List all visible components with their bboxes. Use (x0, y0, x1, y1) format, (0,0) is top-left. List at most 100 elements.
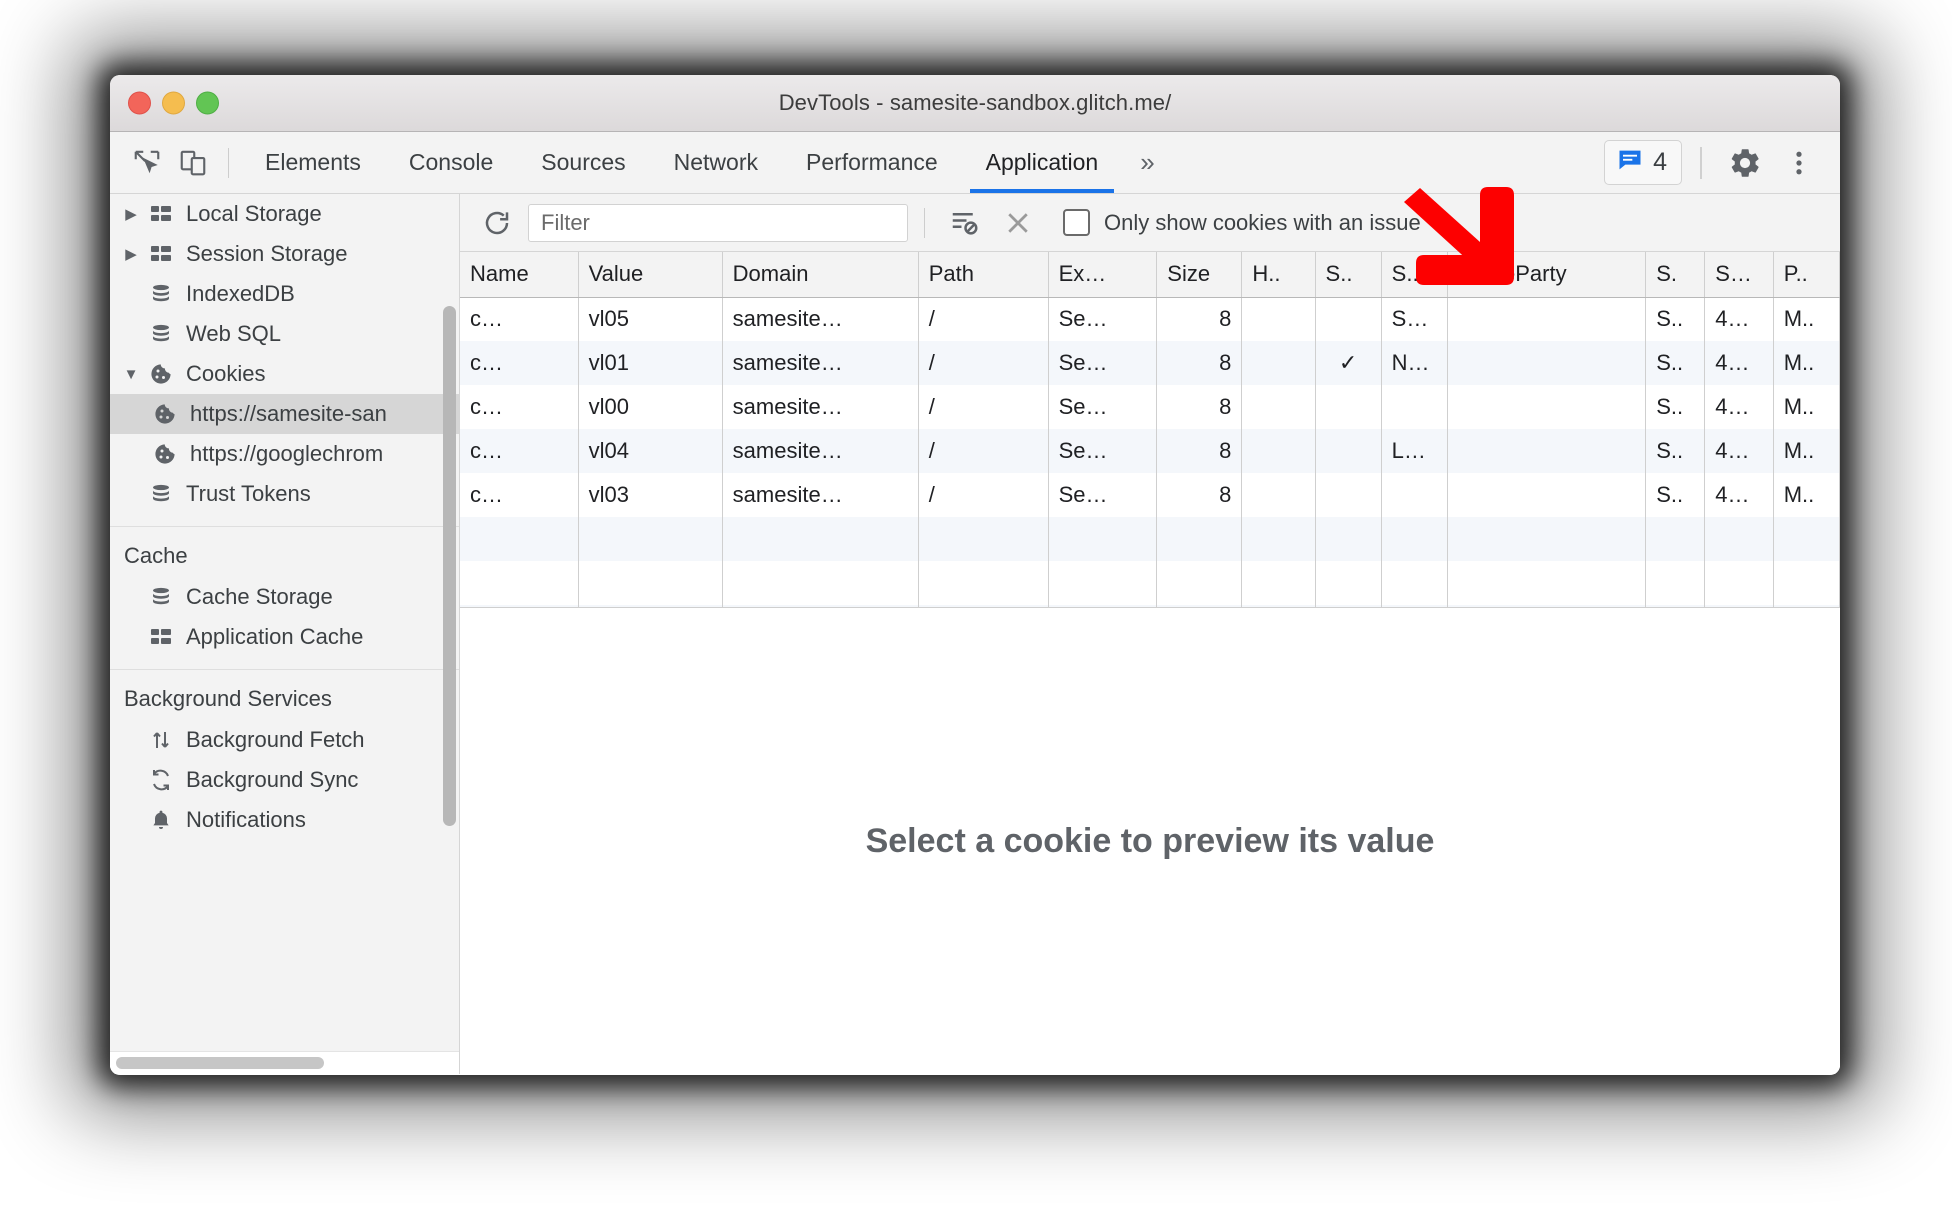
sidebar-item-application-cache[interactable]: Application Cache (110, 617, 459, 657)
sidebar-item-background-sync[interactable]: Background Sync (110, 760, 459, 800)
sidebar-item-label: Local Storage (186, 201, 322, 226)
cell-domain: samesite… (722, 385, 919, 429)
sidebar-item-session-storage[interactable]: ▶ Session Storage (110, 234, 459, 274)
column-header-expires[interactable]: Ex… (1048, 252, 1158, 298)
cell-size: 8 (1156, 473, 1243, 517)
cell-partitionkey: S.. (1645, 385, 1706, 429)
cookie-icon (144, 362, 178, 386)
sidebar-scroll-area: ▶ Local Storage ▶ Session Storage Indexe… (110, 194, 459, 1052)
close-window-button[interactable] (128, 91, 151, 115)
cell-value: vl01 (578, 341, 723, 385)
column-header-sameparty[interactable]: SameParty (1447, 252, 1647, 298)
chevron-down-icon[interactable]: ▼ (118, 366, 144, 383)
sidebar-item-trust-tokens[interactable]: Trust Tokens (110, 474, 459, 514)
column-header-last[interactable]: P.. (1773, 252, 1840, 298)
sidebar-item-indexeddb[interactable]: IndexedDB (110, 274, 459, 314)
storage-section: ▶ Local Storage ▶ Session Storage Indexe… (110, 194, 459, 514)
sidebar-item-label: Web SQL (186, 321, 281, 346)
cell-sameparty (1447, 297, 1647, 341)
cell-last: M.. (1773, 473, 1840, 517)
maximize-window-button[interactable] (196, 91, 219, 115)
table-row-empty (460, 561, 1840, 605)
sidebar-horizontal-scrollbar[interactable] (110, 1051, 459, 1074)
clear-filtered-cookies-icon[interactable] (941, 202, 987, 244)
inspect-element-icon[interactable] (124, 140, 170, 186)
arrows-updown-icon (144, 728, 178, 752)
minimize-window-button[interactable] (162, 91, 185, 115)
gear-icon[interactable] (1720, 138, 1770, 188)
refresh-icon[interactable] (474, 202, 520, 244)
table-row[interactable]: c… vl00 samesite… / Se… 8 S.. 4… M.. (460, 385, 1840, 429)
cell-last: M.. (1773, 297, 1840, 341)
sidebar-item-label: Background Fetch (186, 727, 365, 752)
sidebar-item-cookie-origin-samesite[interactable]: https://samesite-san (110, 394, 459, 434)
cell-secure (1315, 297, 1382, 341)
cell-expires: Se… (1048, 473, 1158, 517)
cell-value: vl05 (578, 297, 723, 341)
table-row[interactable]: c… vl04 samesite… / Se… 8 L… S.. 4… M.. (460, 429, 1840, 473)
devtools-tabbar: Elements Console Sources Network Perform… (110, 132, 1840, 194)
sidebar-item-label: https://samesite-san (190, 401, 387, 426)
cell-path: / (918, 385, 1049, 429)
sidebar-item-label: Application Cache (186, 624, 364, 649)
tab-elements[interactable]: Elements (241, 132, 385, 193)
column-header-samesite[interactable]: S.. (1381, 252, 1448, 298)
tab-label: Elements (265, 149, 361, 175)
column-header-size[interactable]: Size (1156, 252, 1243, 298)
toolbar-divider (924, 207, 925, 238)
tab-sources[interactable]: Sources (517, 132, 649, 193)
chevron-right-icon[interactable]: ▶ (118, 205, 144, 223)
cell-httponly (1241, 341, 1316, 385)
tab-label: Application (985, 149, 1099, 175)
table-row[interactable]: c… vl05 samesite… / Se… 8 S… S.. 4… M.. (460, 297, 1840, 341)
column-header-path[interactable]: Path (918, 252, 1049, 298)
database-icon (144, 585, 178, 609)
tab-network[interactable]: Network (650, 132, 782, 193)
clear-all-cookies-icon[interactable] (995, 202, 1041, 244)
cell-value: vl03 (578, 473, 723, 517)
column-header-value[interactable]: Value (578, 252, 723, 298)
sidebar-item-cache-storage[interactable]: Cache Storage (110, 577, 459, 617)
filter-input[interactable]: Filter (528, 203, 908, 242)
cell-last: M.. (1773, 385, 1840, 429)
sidebar-item-local-storage[interactable]: ▶ Local Storage (110, 194, 459, 234)
tab-console[interactable]: Console (385, 132, 517, 193)
sidebar-item-label: IndexedDB (186, 281, 295, 306)
issues-counter-button[interactable]: 4 (1604, 140, 1682, 185)
column-header-secure[interactable]: S.. (1315, 252, 1382, 298)
sidebar-item-web-sql[interactable]: Web SQL (110, 314, 459, 354)
cell-sameparty (1447, 429, 1647, 473)
tab-performance[interactable]: Performance (782, 132, 962, 193)
cell-httponly (1241, 297, 1316, 341)
devtools-tabs: Elements Console Sources Network Perform… (241, 132, 1173, 193)
tab-application[interactable]: Application (962, 132, 1123, 193)
cell-httponly (1241, 385, 1316, 429)
column-header-priority[interactable]: S… (1704, 252, 1774, 298)
sidebar-item-label: Trust Tokens (186, 481, 311, 506)
sidebar-item-cookie-origin-googlechrome[interactable]: https://googlechrom (110, 434, 459, 474)
table-row[interactable]: c… vl03 samesite… / Se… 8 S.. 4… M.. (460, 473, 1840, 517)
scrollbar-thumb[interactable] (116, 1057, 324, 1069)
cookies-table-container[interactable]: Name Value Domain Path Ex… Size H.. S.. … (460, 252, 1840, 608)
sidebar-item-cookies[interactable]: ▼ Cookies (110, 354, 459, 394)
more-tabs-chevron-icon[interactable]: » (1122, 132, 1172, 193)
column-header-partitionkey[interactable]: S. (1645, 252, 1706, 298)
tab-label: Sources (541, 149, 626, 175)
cookies-table-head: Name Value Domain Path Ex… Size H.. S.. … (460, 252, 1840, 298)
chevron-right-icon[interactable]: ▶ (118, 245, 144, 263)
cookie-preview-empty-message: Select a cookie to preview its value (865, 821, 1435, 860)
cell-size: 8 (1156, 385, 1243, 429)
cell-partitionkey: S.. (1645, 341, 1706, 385)
sidebar-item-background-fetch[interactable]: Background Fetch (110, 720, 459, 760)
device-toolbar-icon[interactable] (170, 140, 216, 186)
column-header-name[interactable]: Name (460, 252, 579, 298)
table-row[interactable]: c… vl01 samesite… / Se… 8 ✓ N… S.. 4… M.… (460, 341, 1840, 385)
column-header-httponly[interactable]: H.. (1241, 252, 1316, 298)
sidebar-item-notifications[interactable]: Notifications (110, 800, 459, 840)
kebab-menu-icon[interactable] (1774, 138, 1824, 188)
column-header-domain[interactable]: Domain (722, 252, 919, 298)
cell-samesite (1381, 473, 1448, 517)
sidebar-vertical-scrollbar[interactable] (443, 306, 456, 826)
only-issues-checkbox-row[interactable]: Only show cookies with an issue (1063, 209, 1421, 236)
only-issues-checkbox[interactable] (1063, 209, 1090, 236)
